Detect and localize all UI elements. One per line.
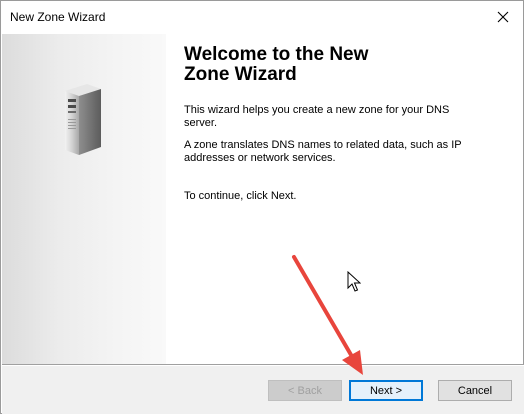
- close-button[interactable]: [483, 1, 523, 33]
- wizard-content: Welcome to the New Zone Wizard This wiza…: [184, 44, 504, 203]
- wizard-window: New Zone Wizard Welcome to the New Zone …: [0, 0, 524, 414]
- button-bar: < Back Next > Cancel: [2, 366, 524, 414]
- back-button[interactable]: < Back: [268, 380, 342, 401]
- continue-instruction-text: To continue, click Next.: [184, 190, 297, 202]
- next-button[interactable]: Next >: [349, 380, 423, 401]
- intro-text: This wizard helps you create a new zone …: [184, 104, 450, 129]
- wizard-side-panel: [2, 34, 166, 364]
- title-bar[interactable]: New Zone Wizard: [1, 1, 523, 33]
- close-icon: [497, 11, 509, 23]
- zone-description-text: A zone translates DNS names to related d…: [184, 139, 462, 164]
- window-title: New Zone Wizard: [10, 10, 106, 24]
- page-title: Welcome to the New Zone Wizard: [184, 44, 369, 85]
- server-tower-icon: [65, 84, 101, 155]
- cancel-button[interactable]: Cancel: [438, 380, 512, 401]
